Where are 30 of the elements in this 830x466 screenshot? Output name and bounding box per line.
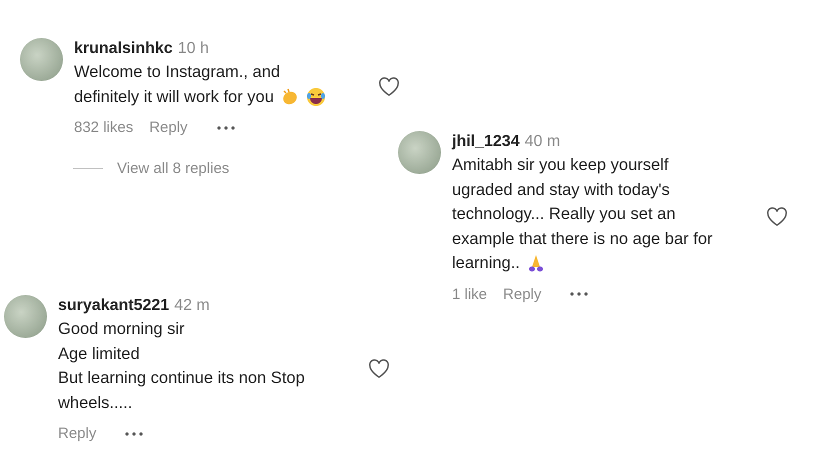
more-options-icon[interactable]: [216, 126, 236, 130]
username[interactable]: suryakant5221: [58, 295, 170, 317]
comment-text: Good morning sir: [58, 319, 185, 340]
laughing-face-icon: [306, 86, 326, 107]
comment-text: Age limited: [58, 344, 140, 364]
comment-text: Amitabh sir you keep yourself: [452, 155, 668, 176]
comment-text: ugraded and stay with today's: [452, 180, 670, 200]
likes-count[interactable]: 1 like: [452, 286, 488, 302]
likes-count[interactable]: 832 likes: [74, 119, 134, 136]
reply-button[interactable]: Reply: [503, 286, 542, 302]
reply-button[interactable]: Reply: [149, 119, 188, 136]
like-heart-icon[interactable]: [378, 77, 400, 97]
view-replies-link[interactable]: View all 8 replies: [117, 160, 230, 177]
comment-time: 40 m: [524, 132, 560, 152]
comment-time: 42 m: [174, 296, 210, 316]
comment-text: But learning continue its non Stop: [58, 368, 305, 389]
username[interactable]: krunalsinhkc: [74, 38, 173, 60]
more-options-icon[interactable]: [124, 432, 144, 436]
comment-text: learning..: [452, 253, 520, 274]
like-heart-icon[interactable]: [766, 206, 788, 227]
comment-text: wheels.....: [58, 392, 132, 414]
more-options-icon[interactable]: [569, 292, 590, 296]
comment-text: Welcome to Instagram., and: [74, 62, 280, 83]
reply-button[interactable]: Reply: [58, 425, 96, 442]
comment-text: technology... Really you set an: [452, 204, 676, 225]
username[interactable]: jhil_1234: [452, 131, 520, 153]
like-heart-icon[interactable]: [368, 358, 390, 378]
comment-time: 10 h: [178, 39, 209, 59]
comment-text: definitely it will work for you: [74, 86, 274, 108]
comment-text: example that there is no age bar for: [452, 228, 712, 250]
